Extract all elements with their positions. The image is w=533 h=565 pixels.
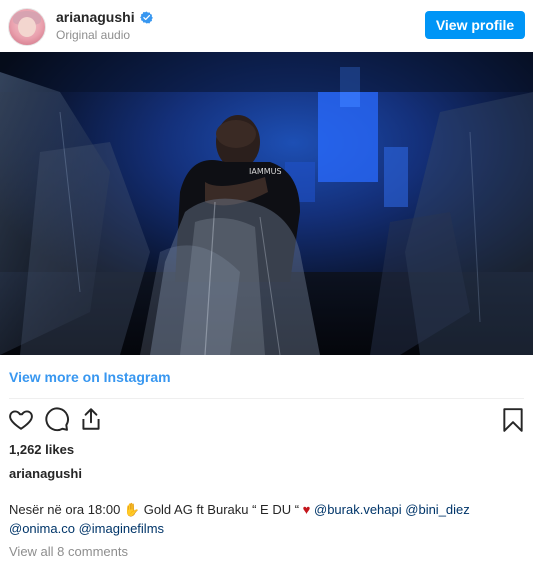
hand-emoji-icon: ✋ — [123, 502, 141, 517]
divider — [9, 398, 524, 399]
view-more-link[interactable]: View more on Instagram — [9, 369, 171, 385]
mention-link[interactable]: @bini_diez — [405, 502, 470, 517]
bookmark-icon[interactable] — [500, 407, 526, 433]
view-comments-link[interactable]: View all 8 comments — [9, 544, 128, 559]
audio-subtitle[interactable]: Original audio — [56, 28, 130, 42]
avatar[interactable] — [8, 8, 46, 46]
username-link[interactable]: arianagushi — [56, 9, 135, 25]
comment-icon[interactable] — [44, 406, 70, 432]
share-icon[interactable] — [78, 406, 104, 432]
shirt-text: IAMMUS — [249, 167, 282, 176]
username-row: arianagushi — [56, 9, 153, 25]
mention-link[interactable]: @burak.vehapi — [314, 502, 402, 517]
verified-badge-icon — [139, 10, 153, 24]
post-media[interactable]: IAMMUS — [0, 52, 533, 355]
heart-icon[interactable] — [8, 406, 34, 432]
likes-count[interactable]: 1,262 likes — [9, 442, 74, 457]
caption-line1-pre: Nesër në ora 18:00 — [9, 502, 124, 517]
heart-emoji-icon: ♥ — [302, 502, 311, 517]
view-profile-button[interactable]: View profile — [425, 11, 525, 39]
mention-link[interactable]: @onima.co — [9, 521, 75, 536]
caption-username[interactable]: arianagushi — [9, 466, 82, 481]
post-header: arianagushi Original audio View profile — [0, 0, 533, 52]
media-image: IAMMUS — [0, 52, 533, 355]
caption-line1-mid: Gold AG ft Buraku “ E DU “ — [140, 502, 303, 517]
caption-text: Nesër në ora 18:00 ✋ Gold AG ft Buraku “… — [9, 500, 529, 538]
mention-link[interactable]: @imaginefilms — [79, 521, 164, 536]
